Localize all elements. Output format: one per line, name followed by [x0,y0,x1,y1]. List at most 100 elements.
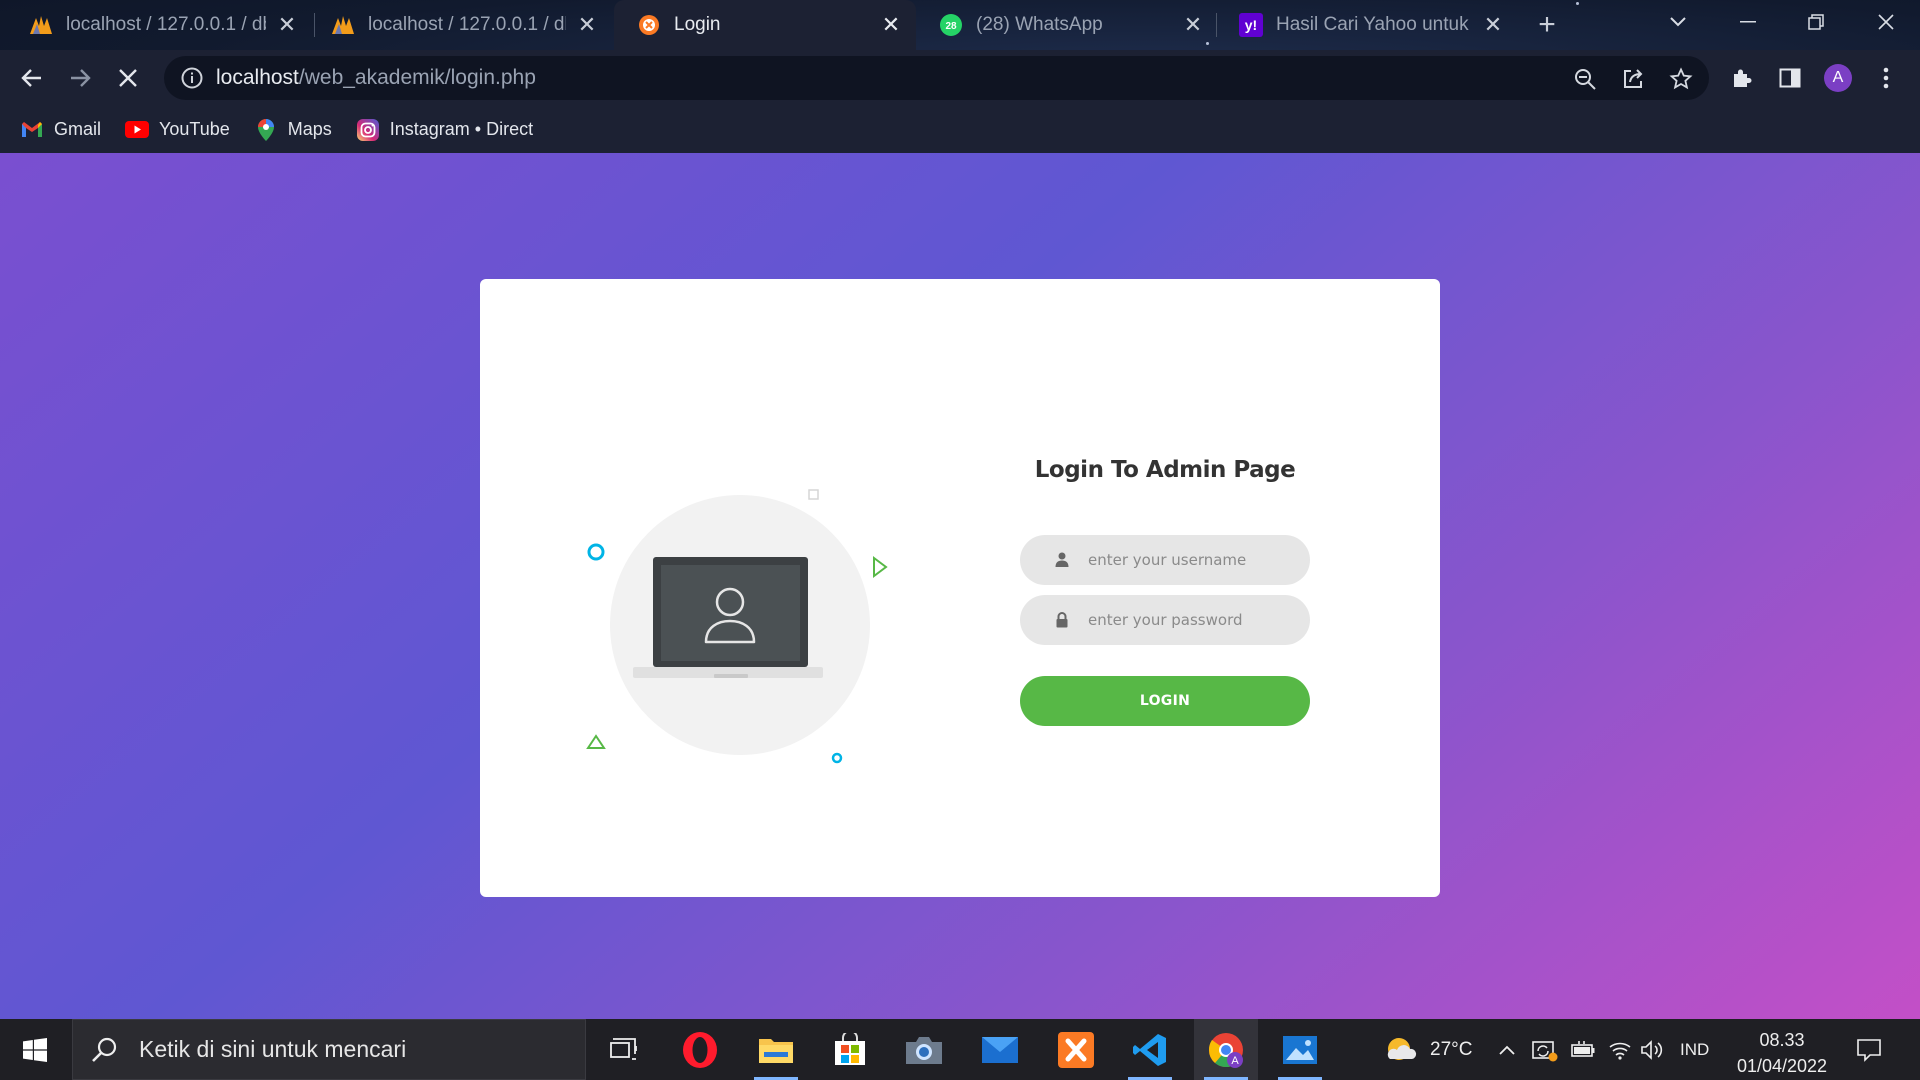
lock-icon [1056,612,1068,628]
url-path: /web_akademik/login.php [298,66,536,89]
tab-phpmyadmin-2[interactable]: localhost / 127.0.0.1 / db_ ✕ [308,0,612,50]
login-illustration [586,489,888,764]
bookmark-star-button[interactable] [1668,66,1694,92]
tab-login[interactable]: Login ✕ [614,0,916,50]
windows-logo-icon [23,1037,47,1062]
sync-status-icon [1532,1040,1558,1061]
weather-widget[interactable]: 27°C [1384,1019,1472,1080]
yahoo-icon: y! [1238,12,1264,38]
folder-icon [759,1038,793,1063]
clock-time: 08.33 [1759,1030,1805,1050]
bookmarks-bar: Gmail YouTube Maps Instagram • Direct [0,106,1920,153]
close-icon[interactable]: ✕ [576,12,598,37]
system-clock[interactable]: 08.33 01/04/2022 [1720,1027,1844,1079]
taskbar-opera[interactable] [668,1019,732,1080]
close-icon[interactable]: ✕ [276,12,298,37]
close-icon [1878,14,1894,30]
battery-button[interactable] [1570,1019,1596,1080]
page-background: Login To Admin Page LOGIN [0,153,1920,1019]
forward-button[interactable] [60,58,100,98]
bookmark-label: Instagram • Direct [389,119,534,139]
arrow-right-icon [71,69,91,87]
tab-strip: localhost / 127.0.0.1 / db_ ✕ localhost … [0,0,1920,50]
tab-search-button[interactable] [1650,0,1706,44]
tab-title: Hasil Cari Yahoo untuk lo [1276,14,1472,35]
close-icon[interactable]: ✕ [1482,12,1504,37]
taskbar-mail[interactable] [968,1019,1032,1080]
close-icon[interactable]: ✕ [880,12,902,37]
arrow-left-icon [21,69,41,87]
notification-center-button[interactable] [1856,1019,1882,1080]
tab-whatsapp[interactable]: 28 (28) WhatsApp ✕ [916,0,1218,50]
svg-text:y!: y! [1245,17,1257,33]
tab-title: localhost / 127.0.0.1 / db_ [66,14,266,35]
taskbar-search-box[interactable]: Ketik di sini untuk mencari [72,1019,586,1080]
password-field-wrapper [1020,595,1310,645]
phpmyadmin-icon [28,12,54,38]
taskbar-vscode[interactable] [1118,1019,1182,1080]
new-tab-button[interactable]: + [1532,10,1562,40]
language-indicator: IND [1680,1039,1710,1059]
notification-icon [1857,1038,1881,1062]
task-view-icon [610,1037,637,1060]
chevron-up-icon [1499,1045,1515,1055]
volume-button[interactable] [1640,1019,1664,1080]
square-shape [808,489,819,500]
tab-phpmyadmin-1[interactable]: localhost / 127.0.0.1 / db_ ✕ [6,0,312,50]
network-button[interactable] [1608,1019,1632,1080]
back-button[interactable] [12,58,52,98]
taskbar-chrome[interactable]: A [1194,1019,1258,1080]
svg-text:A: A [1231,1055,1239,1067]
share-button[interactable] [1620,66,1646,92]
zoom-out-icon [1575,69,1596,90]
tray-app-button[interactable] [1532,1019,1558,1080]
speaker-icon [1641,1039,1663,1060]
camera-icon [906,1036,942,1064]
side-panel-button[interactable] [1770,58,1810,98]
store-icon [835,1032,865,1065]
close-icon[interactable]: ✕ [1182,12,1204,37]
bookmark-gmail[interactable]: Gmail [20,118,101,142]
taskbar-file-explorer[interactable] [744,1019,808,1080]
taskbar-xampp[interactable] [1044,1019,1108,1080]
bookmark-label: Maps [287,119,332,139]
taskbar-microsoft-store[interactable] [818,1019,882,1080]
address-bar[interactable]: localhost/web_akademik/login.php [164,56,1709,100]
stop-loading-button[interactable] [108,58,148,98]
maps-icon [254,118,278,142]
taskbar-camera[interactable] [892,1019,956,1080]
task-view-button[interactable] [592,1019,656,1080]
mail-icon [982,1036,1018,1063]
bookmark-youtube[interactable]: YouTube [125,118,230,142]
wifi-icon [1609,1042,1631,1060]
info-icon[interactable] [180,66,204,90]
restore-button[interactable] [1788,0,1844,44]
circle-shape [831,752,843,764]
opera-icon [683,1031,717,1068]
menu-button[interactable] [1866,58,1906,98]
clock-date: 01/04/2022 [1736,1056,1828,1076]
weather-temperature: 27°C [1430,1038,1473,1060]
zoom-button[interactable] [1572,66,1598,92]
bookmark-maps[interactable]: Maps [254,118,332,142]
minimize-button[interactable] [1720,0,1776,44]
battery-plugged-icon [1571,1040,1595,1057]
input-language-button[interactable]: IND [1680,1019,1709,1080]
share-icon [1624,69,1643,88]
bookmark-label: YouTube [159,119,230,139]
profile-button[interactable]: A [1818,58,1858,98]
show-hidden-icons-button[interactable] [1498,1019,1516,1080]
login-card: Login To Admin Page LOGIN [480,279,1440,897]
bookmark-label: Gmail [54,119,102,139]
tab-title: (28) WhatsApp [976,14,1103,35]
extensions-button[interactable] [1722,58,1762,98]
search-icon [92,1037,117,1062]
side-panel-icon [1779,68,1801,88]
bookmark-instagram[interactable]: Instagram • Direct [356,118,533,142]
tab-yahoo[interactable]: y! Hasil Cari Yahoo untuk lo ✕ [1216,0,1518,50]
taskbar-photos[interactable] [1268,1019,1332,1080]
start-button[interactable] [0,1019,70,1080]
close-window-button[interactable] [1858,0,1914,44]
browser-chrome: localhost / 127.0.0.1 / db_ ✕ localhost … [0,0,1920,153]
login-button[interactable]: LOGIN [1020,676,1310,726]
